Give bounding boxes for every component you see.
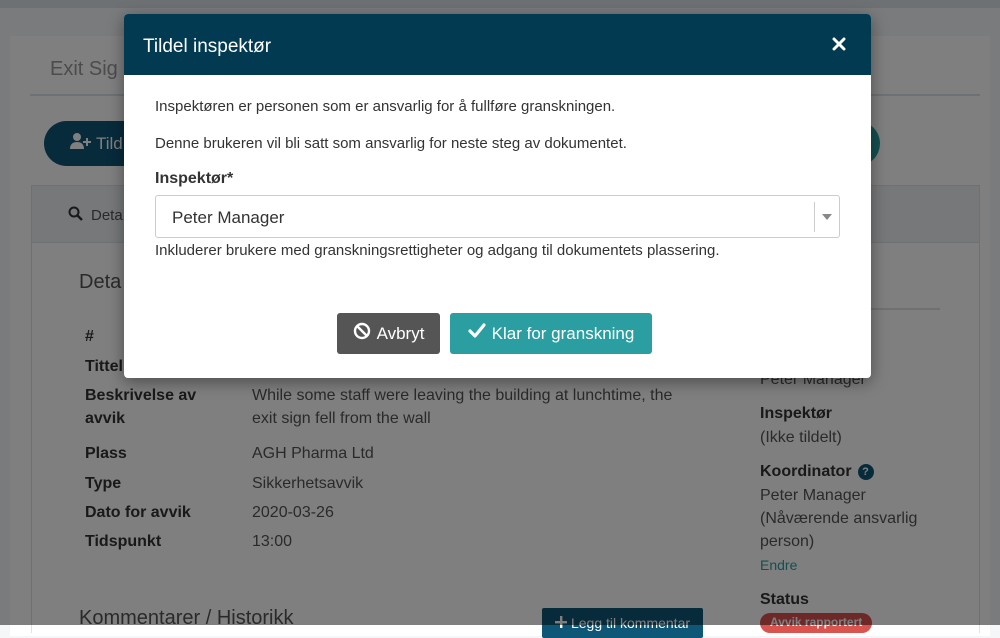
inspector-select[interactable]: Peter Manager: [155, 195, 840, 238]
dialog-description-1: Inspektøren er personen som er ansvarlig…: [155, 98, 616, 115]
inspector-field-label: Inspektør*: [155, 170, 234, 187]
ban-icon: [353, 322, 371, 345]
check-icon: [468, 323, 486, 344]
close-icon[interactable]: [829, 34, 849, 54]
inspector-select-value: Peter Manager: [172, 208, 285, 227]
dialog-title: Tildel inspektør: [143, 36, 272, 57]
dialog-description-2: Denne brukeren vil bli satt som ansvarli…: [155, 135, 627, 152]
ready-for-review-label: Klar for granskning: [491, 323, 635, 343]
dialog-header: Tildel inspektør: [124, 14, 871, 75]
inspector-help-text: Inkluderer brukere med granskningsrettig…: [155, 242, 720, 259]
cancel-button[interactable]: Avbryt: [337, 313, 440, 354]
ready-for-review-button[interactable]: Klar for granskning: [450, 313, 652, 354]
assign-inspector-dialog: Tildel inspektør Inspektøren er personen…: [124, 14, 871, 378]
caret-down-icon[interactable]: [822, 214, 832, 220]
select-divider: [814, 202, 815, 232]
cancel-button-label: Avbryt: [376, 323, 425, 343]
